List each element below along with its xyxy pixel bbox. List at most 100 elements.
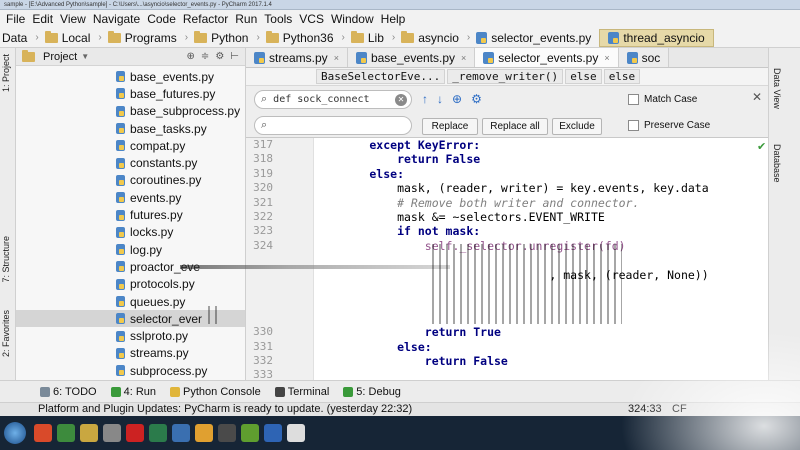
python-console-button[interactable]: Python Console [170, 386, 261, 398]
nav-crumb-local[interactable]: Local [44, 30, 90, 45]
nav-crumb-python[interactable]: Python [194, 30, 248, 45]
nav-crumb-asyncio[interactable]: asyncio [401, 30, 459, 45]
next-occurrence-icon[interactable]: ↓ [437, 92, 443, 106]
code-crumb-else[interactable]: else [565, 69, 602, 84]
data-view-tool-tab[interactable]: Data View [772, 68, 782, 109]
file-tree-label: compat.py [130, 138, 186, 153]
file-tree-item[interactable]: sslproto.py [16, 327, 245, 344]
start-button-icon[interactable] [4, 422, 26, 444]
editor-tab[interactable]: soc [618, 48, 670, 67]
app-icon[interactable] [195, 424, 213, 442]
preserve-case-checkbox[interactable]: Preserve Case [628, 120, 710, 131]
caret-position[interactable]: 324:33 [628, 403, 662, 416]
menu-vcs[interactable]: VCS [299, 12, 324, 26]
run-config-selector[interactable]: thread_asyncio [599, 28, 714, 47]
file-tree-item[interactable]: coroutines.py [16, 172, 245, 189]
file-tree-item[interactable]: subprocess.py [16, 362, 245, 379]
nav-crumb-lib[interactable]: Lib [350, 30, 384, 45]
menu-tools[interactable]: Tools [264, 12, 292, 26]
filter-settings-icon[interactable]: ⚙ [471, 92, 482, 106]
menu-run[interactable]: Run [235, 12, 257, 26]
find-all-icon[interactable]: ⊕ [452, 92, 462, 106]
clear-search-icon[interactable]: ✕ [395, 94, 407, 106]
app-icon[interactable] [126, 424, 144, 442]
python-file-icon [116, 226, 125, 238]
menu-edit[interactable]: Edit [32, 12, 53, 26]
code-crumb-class[interactable]: BaseSelectorEve... [316, 69, 446, 84]
code-crumb-method[interactable]: _remove_writer() [447, 69, 564, 84]
menu-view[interactable]: View [60, 12, 86, 26]
match-case-checkbox[interactable]: Match Case [628, 94, 697, 105]
todo-tool-button[interactable]: 6: TODO [40, 386, 97, 398]
file-tree-item[interactable]: constants.py [16, 154, 245, 171]
line-number: 318 [253, 152, 273, 166]
replace-all-button[interactable]: Replace all [482, 118, 548, 135]
collapse-icon[interactable]: ≑ [201, 51, 209, 62]
code-breadcrumb-bar: BaseSelectorEve... _remove_writer() else… [246, 68, 768, 86]
file-tree-item[interactable]: protocols.py [16, 276, 245, 293]
database-tool-tab[interactable]: Database [772, 144, 782, 183]
close-icon[interactable]: × [604, 53, 609, 63]
status-message[interactable]: Platform and Plugin Updates: PyCharm is … [38, 403, 412, 415]
menu-refactor[interactable]: Refactor [183, 12, 228, 26]
hide-icon[interactable]: ⊢ [230, 51, 239, 62]
project-panel-title[interactable]: Project [43, 51, 77, 63]
menu-file[interactable]: File [6, 12, 25, 26]
folder-icon [265, 30, 279, 43]
app-icon[interactable] [218, 424, 236, 442]
replace-input[interactable]: ⌕ [254, 116, 412, 135]
terminal-button[interactable]: Terminal [274, 386, 329, 398]
close-icon[interactable]: × [461, 53, 466, 63]
file-tree-item[interactable]: locks.py [16, 224, 245, 241]
nav-crumb-programs[interactable]: Programs [107, 30, 177, 45]
explorer-icon[interactable] [80, 424, 98, 442]
nav-crumb-python36[interactable]: Python36 [265, 30, 334, 45]
search-input[interactable]: ⌕ def sock_connect ✕ [254, 90, 412, 109]
menu-help[interactable]: Help [381, 12, 406, 26]
app-icon[interactable] [241, 424, 259, 442]
code-line: else: [314, 166, 405, 181]
menu-code[interactable]: Code [147, 12, 176, 26]
close-icon[interactable]: ✕ [752, 90, 762, 104]
file-tree-item[interactable]: compat.py [16, 137, 245, 154]
nav-crumb-file[interactable]: selector_events.py [476, 31, 591, 45]
editor-tab[interactable]: streams.py × [246, 48, 348, 67]
file-tree-item[interactable]: base_tasks.py [16, 120, 245, 137]
replace-button[interactable]: Replace [422, 118, 478, 135]
file-tree-item[interactable]: base_events.py [16, 68, 245, 85]
structure-tool-tab[interactable]: 7: Structure [1, 236, 11, 283]
nav-crumb-data[interactable]: Data [2, 31, 27, 45]
file-tree-item[interactable]: base_subprocess.py [16, 103, 245, 120]
file-tree-item[interactable]: streams.py [16, 345, 245, 362]
chevron-down-icon[interactable]: ▼ [81, 52, 89, 61]
close-icon[interactable]: × [334, 53, 339, 63]
app-icon[interactable] [103, 424, 121, 442]
run-tool-button[interactable]: 4: Run [110, 386, 156, 398]
app-icon[interactable] [149, 424, 167, 442]
app-icon[interactable] [172, 424, 190, 442]
line-separator-indicator[interactable]: CF [672, 403, 687, 416]
previous-occurrence-icon[interactable]: ↑ [422, 92, 428, 106]
code-crumb-else[interactable]: else [603, 69, 641, 84]
menu-window[interactable]: Window [331, 12, 374, 26]
debug-tool-button[interactable]: 5: Debug [343, 386, 401, 398]
exclude-button[interactable]: Exclude [552, 118, 602, 135]
file-tree-item[interactable]: events.py [16, 189, 245, 206]
file-tree-label: selector_ever [130, 311, 203, 326]
locate-icon[interactable]: ⊕ [187, 51, 195, 62]
app-icon[interactable] [264, 424, 282, 442]
python-file-icon [476, 31, 488, 44]
editor-tab[interactable]: base_events.py × [347, 48, 476, 67]
pycharm-icon[interactable] [287, 424, 305, 442]
favorites-tool-tab[interactable]: 2: Favorites [1, 310, 11, 357]
file-tree-item[interactable]: base_futures.py [16, 85, 245, 102]
os-taskbar [0, 416, 800, 450]
project-tool-tab[interactable]: 1: Project [1, 54, 11, 92]
file-tree-item[interactable]: log.py [16, 241, 245, 258]
chrome-icon[interactable] [57, 424, 75, 442]
editor-tab[interactable]: selector_events.py × [475, 48, 619, 67]
gear-icon[interactable]: ⚙ [215, 51, 224, 62]
menu-navigate[interactable]: Navigate [93, 12, 140, 26]
file-tree-item[interactable]: futures.py [16, 206, 245, 223]
firefox-icon[interactable] [34, 424, 52, 442]
